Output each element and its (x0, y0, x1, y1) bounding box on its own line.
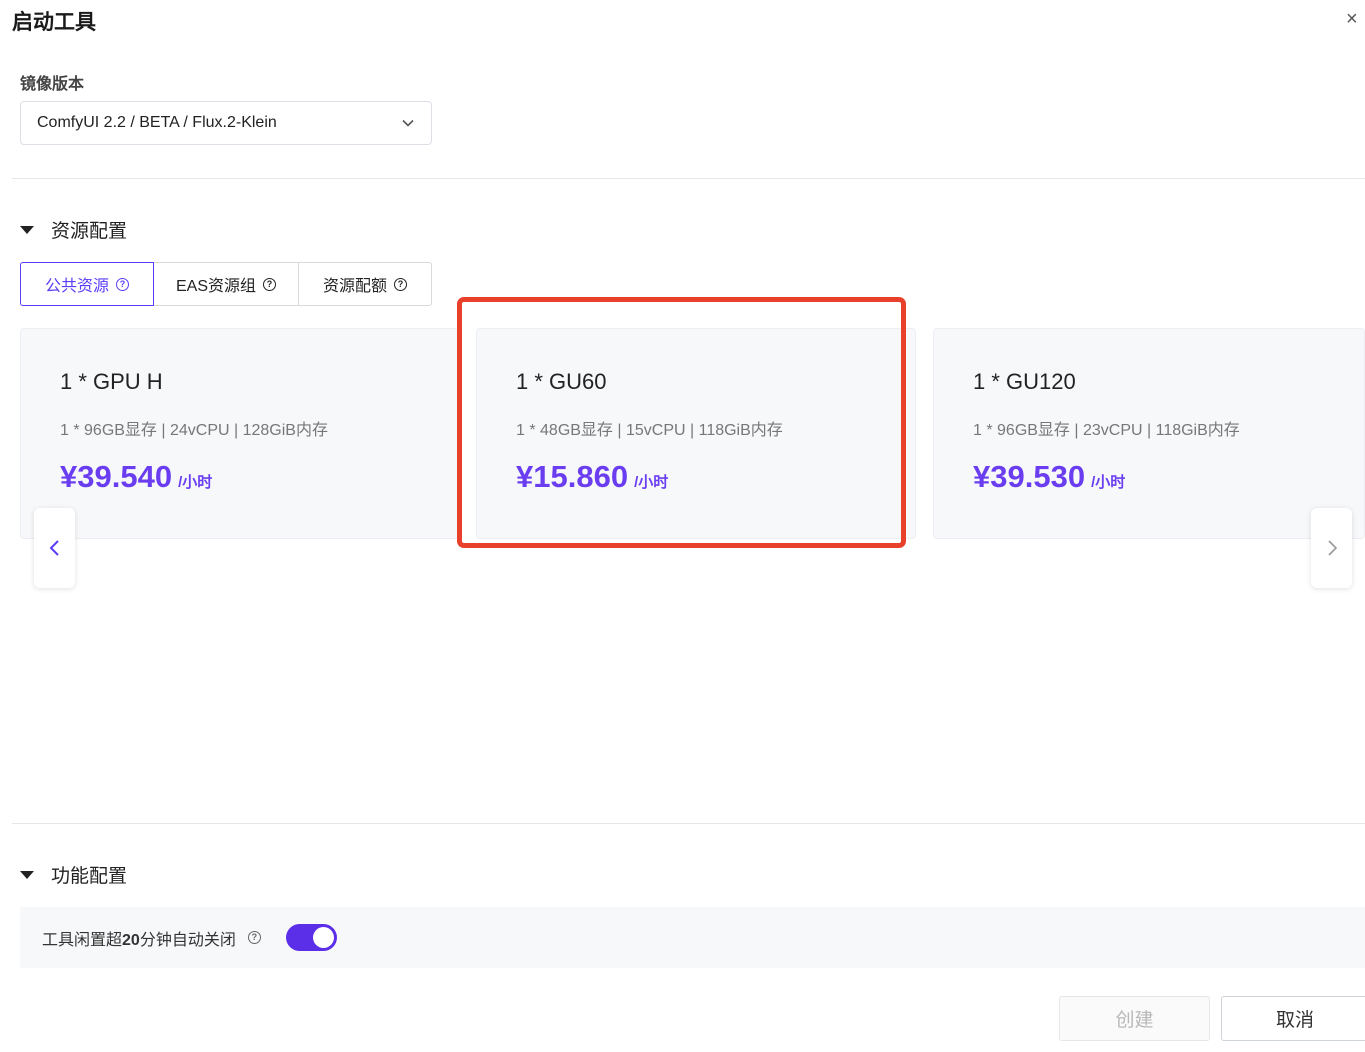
launch-tool-dialog: 启动工具 × 镜像版本 ComfyUI 2.2 / BETA / Flux.2-… (0, 0, 1365, 1052)
question-circle-icon[interactable]: ? (263, 277, 277, 291)
resource-tabs: 公共资源 ? EAS资源组 ? 资源配额 ? (20, 262, 432, 306)
auto-shutdown-label: 工具闲置超20分钟自动关闭 (42, 931, 236, 949)
chevron-left-icon (49, 540, 59, 556)
carousel-next-button[interactable] (1311, 508, 1352, 588)
tab-public-resource[interactable]: 公共资源 ? (20, 262, 154, 306)
feature-config-title: 功能配置 (51, 866, 128, 887)
divider (12, 823, 1365, 824)
chevron-right-icon (1327, 540, 1337, 556)
feature-config-toggle[interactable]: 功能配置 (20, 861, 127, 888)
resource-card-gu60[interactable]: 1 * GU60 1 * 48GB显存 | 15vCPU | 118GiB内存 … (476, 328, 916, 539)
tab-eas-resource-group[interactable]: EAS资源组 ? (153, 262, 299, 306)
price-unit: /小时 (178, 474, 213, 491)
card-name: 1 * GU120 (973, 369, 1076, 394)
close-icon[interactable]: × (1346, 8, 1358, 30)
image-version-select[interactable]: ComfyUI 2.2 / BETA / Flux.2-Klein (20, 101, 432, 145)
question-circle-icon[interactable]: ? (116, 277, 129, 291)
card-price: ¥39.530 /小时 (973, 459, 1325, 495)
switch-knob (312, 927, 334, 948)
resource-config-toggle[interactable]: 资源配置 (20, 216, 127, 243)
image-version-label: 镜像版本 (20, 76, 85, 93)
price-amount: ¥39.540 (60, 459, 173, 494)
image-version-value: ComfyUI 2.2 / BETA / Flux.2-Klein (37, 114, 277, 131)
price-unit: /小时 (1091, 474, 1126, 491)
resource-card-gpu-h[interactable]: 1 * GPU H 1 * 96GB显存 | 24vCPU | 128GiB内存… (20, 328, 460, 539)
create-button[interactable]: 创建 (1059, 996, 1210, 1041)
tab-label: EAS资源组 (175, 278, 257, 295)
divider (12, 178, 1365, 179)
carousel-prev-button[interactable] (34, 508, 75, 588)
card-spec: 1 * 48GB显存 | 15vCPU | 118GiB内存 (516, 422, 783, 439)
price-unit: /小时 (634, 474, 669, 491)
price-amount: ¥39.530 (973, 459, 1086, 494)
card-price: ¥39.540 /小时 (60, 459, 420, 495)
caret-down-icon (20, 225, 34, 234)
dialog-title: 启动工具 (12, 11, 96, 34)
resource-config-title: 资源配置 (51, 221, 128, 242)
resource-card-gu120[interactable]: 1 * GU120 1 * 96GB显存 | 23vCPU | 118GiB内存… (933, 328, 1365, 539)
card-spec: 1 * 96GB显存 | 24vCPU | 128GiB内存 (60, 422, 328, 439)
card-spec: 1 * 96GB显存 | 23vCPU | 118GiB内存 (973, 422, 1240, 439)
question-circle-icon[interactable]: ? (247, 931, 261, 944)
tab-resource-quota[interactable]: 资源配额 ? (298, 262, 432, 306)
card-price: ¥15.860 /小时 (516, 459, 876, 495)
price-amount: ¥15.860 (516, 459, 629, 494)
chevron-down-icon (402, 119, 414, 127)
card-name: 1 * GPU H (60, 369, 163, 394)
tab-label: 公共资源 (44, 278, 109, 295)
cancel-button[interactable]: 取消 (1221, 996, 1365, 1041)
resource-card-carousel: 1 * GPU H 1 * 96GB显存 | 24vCPU | 128GiB内存… (20, 328, 1365, 540)
auto-shutdown-switch[interactable] (285, 924, 337, 951)
question-circle-icon[interactable]: ? (394, 277, 407, 291)
caret-down-icon (20, 870, 34, 879)
auto-shutdown-row: 工具闲置超20分钟自动关闭 ? (20, 907, 1365, 968)
card-name: 1 * GU60 (516, 369, 607, 394)
tab-label: 资源配额 (322, 278, 387, 295)
